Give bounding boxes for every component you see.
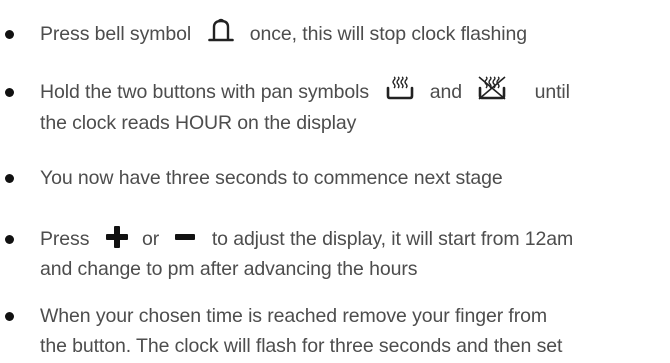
instruction-segment: and change to pm after advancing the hou… — [40, 258, 418, 280]
bullet-dot — [5, 235, 14, 244]
instruction-text: Hold the two buttons with pan symbols an… — [40, 76, 670, 134]
instruction-segment: Hold the two buttons with pan symbols — [40, 81, 370, 103]
instruction-segment: When your chosen time is reached remove … — [40, 305, 548, 327]
bullet-dot — [5, 30, 14, 39]
instruction-segment: the button. The clock will flash for thr… — [40, 335, 563, 357]
instruction-segment: the clock reads HOUR on the display — [40, 111, 357, 134]
minus-icon — [174, 225, 196, 249]
pan-heat-off-icon — [477, 75, 507, 101]
instruction-segment: to adjust the display, it will start fro… — [211, 228, 574, 250]
instruction-text: Press bell symbol once, this will stop c… — [40, 18, 670, 48]
instruction-segment: until — [534, 81, 570, 103]
instruction-segment: Press bell symbol — [40, 23, 192, 45]
plus-icon — [105, 225, 129, 249]
bullet-dot — [5, 174, 14, 183]
instruction-segment: once, this will stop clock flashing — [249, 23, 527, 45]
bullet-dot — [5, 312, 14, 321]
pan-heat-icon — [386, 76, 414, 100]
instruction-list: Press bell symbol once, this will stop c… — [0, 0, 670, 363]
bullet-dot — [5, 88, 14, 97]
bell-icon — [208, 18, 235, 44]
instruction-segment: Press — [40, 228, 90, 250]
instruction-segment: You now have three seconds to commence n… — [40, 167, 503, 189]
instruction-text: You now have three seconds to commence n… — [40, 165, 670, 191]
instruction-segment: and — [429, 81, 462, 103]
instruction-text: When your chosen time is reached remove … — [40, 303, 670, 357]
instruction-segment: or — [142, 228, 160, 250]
instruction-text: Press or to adjust the display, it will … — [40, 225, 670, 280]
